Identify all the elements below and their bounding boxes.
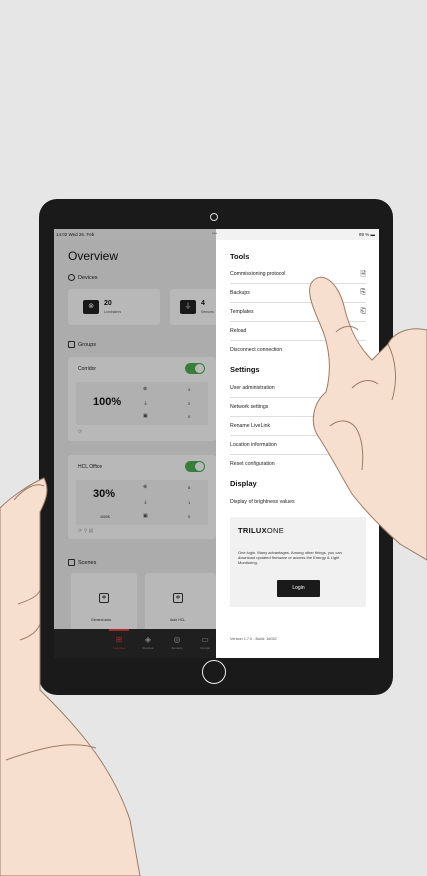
battery-indicator: 89 % ▬ bbox=[358, 232, 375, 237]
menu-item-user-administration[interactable]: User administration bbox=[230, 385, 366, 395]
promo-text: One login. Many advantages. Among other … bbox=[238, 550, 342, 565]
divider bbox=[230, 416, 366, 417]
side-menu: Tools Commissioning protocol 🗎 Backups ⎘… bbox=[216, 240, 379, 658]
dim-overlay[interactable] bbox=[54, 229, 216, 658]
menu-item-display-brightness[interactable]: Display of brightness values bbox=[230, 499, 366, 509]
camera-icon bbox=[210, 213, 218, 221]
menu-item-reset-configuration[interactable]: Reset configuration bbox=[230, 461, 366, 471]
menu-item-location-information[interactable]: Location information bbox=[230, 442, 366, 452]
menu-item-templates[interactable]: Templates ⎗ bbox=[230, 308, 366, 319]
version-info: Version 1.7.0 - Build: 16032 bbox=[230, 637, 277, 641]
menu-item-disconnect-connection[interactable]: Disconnect connection bbox=[230, 347, 366, 357]
home-button[interactable] bbox=[202, 660, 226, 684]
menu-item-network-settings[interactable]: Network settings ⇅ bbox=[230, 404, 366, 414]
divider bbox=[230, 340, 366, 341]
network-icon: ⇅ bbox=[360, 404, 366, 411]
template-icon: ⎗ bbox=[360, 308, 366, 315]
menu-item-rename-livelink[interactable]: Rename LiveLink ✎ bbox=[230, 423, 366, 433]
edit-icon: ✎ bbox=[360, 423, 366, 430]
menu-item-commissioning-protocol[interactable]: Commissioning protocol 🗎 bbox=[230, 271, 366, 281]
document-icon: 🗎 bbox=[360, 271, 366, 278]
menu-item-reload[interactable]: Reload bbox=[230, 328, 366, 338]
backup-icon: ⎘ bbox=[360, 289, 366, 296]
trilux-one-logo: TRILUXONE bbox=[238, 526, 285, 535]
tools-heading: Tools bbox=[230, 252, 250, 261]
divider bbox=[230, 435, 366, 436]
divider bbox=[230, 283, 366, 284]
screen: 14:02 Wed 26. Feb ••• 89 % ▬ Overview De… bbox=[54, 229, 379, 658]
display-heading: Display bbox=[230, 479, 257, 488]
trilux-one-promo: TRILUXONE One login. Many advantages. Am… bbox=[230, 517, 366, 607]
settings-heading: Settings bbox=[230, 365, 260, 374]
divider bbox=[230, 397, 366, 398]
divider bbox=[230, 454, 366, 455]
divider bbox=[230, 321, 366, 322]
menu-item-backups[interactable]: Backups ⎘ bbox=[230, 289, 366, 300]
login-button[interactable]: Login bbox=[277, 580, 320, 597]
divider bbox=[230, 302, 366, 303]
